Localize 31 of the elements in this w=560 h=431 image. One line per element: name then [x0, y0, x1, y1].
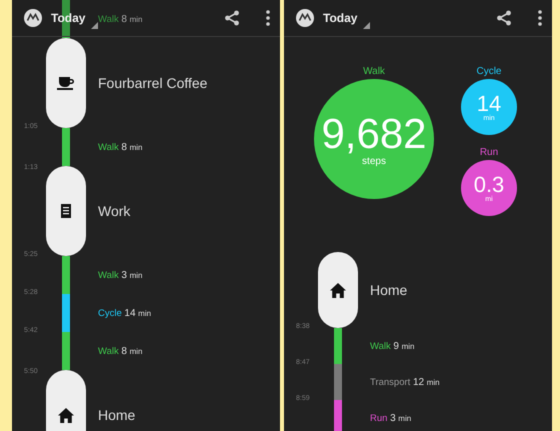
share-icon[interactable]	[224, 10, 240, 26]
dropdown-corner-icon[interactable]	[91, 22, 98, 28]
activity-duration[interactable]: Cycle 14 min	[98, 308, 152, 318]
place-name[interactable]: Home	[98, 407, 136, 423]
activity-label: Walk	[363, 66, 385, 77]
activity-duration[interactable]: Walk 8 min	[98, 142, 142, 152]
place-name[interactable]: Fourbarrel Coffee	[98, 75, 208, 91]
house-icon	[58, 408, 74, 422]
activity-duration[interactable]: Run 3 min	[370, 412, 412, 424]
activity-label: Cycle	[476, 66, 502, 77]
activity-duration[interactable]: Transport 12 min	[370, 376, 440, 388]
activity-duration[interactable]: Walk 3 min	[98, 270, 142, 280]
house-icon	[330, 282, 346, 298]
date-dropdown[interactable]: Today	[323, 11, 358, 25]
more-menu-icon[interactable]	[538, 10, 542, 26]
place-marker[interactable]	[46, 166, 86, 256]
dropdown-corner-icon[interactable]	[363, 22, 370, 28]
more-menu-icon[interactable]	[266, 10, 270, 26]
app-logo-icon[interactable]	[24, 9, 42, 27]
share-icon[interactable]	[496, 10, 512, 26]
coffee-cup-icon	[57, 76, 75, 90]
clipboard-icon	[60, 203, 72, 219]
activity-duration[interactable]: Walk 8 min	[98, 14, 142, 24]
place-name[interactable]: Home	[370, 282, 408, 298]
activity-duration[interactable]: Walk 9 min	[370, 340, 414, 352]
place-name[interactable]: Work	[98, 203, 130, 219]
place-marker[interactable]	[318, 252, 358, 328]
activity-duration[interactable]: Walk 8 min	[98, 346, 142, 356]
app-logo-icon[interactable]	[296, 9, 314, 27]
place-marker[interactable]	[46, 38, 86, 128]
activity-label: Run	[480, 147, 498, 158]
